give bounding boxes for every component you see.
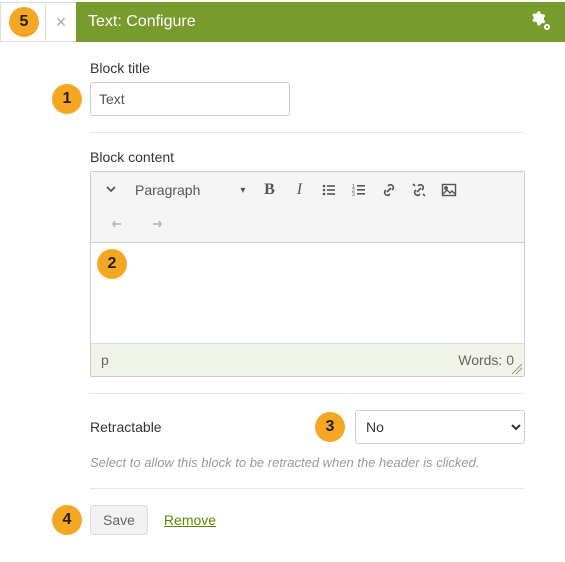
marker-5: 5 <box>9 7 39 37</box>
block-content-label: Block content <box>90 149 525 165</box>
marker-2: 2 <box>97 249 127 279</box>
editor-content-area[interactable]: 2 <box>91 243 524 343</box>
numbered-list-button[interactable]: 123 <box>345 176 373 204</box>
undo-button[interactable] <box>105 210 133 238</box>
format-dropdown[interactable]: Paragraph ▾ <box>127 178 253 202</box>
divider <box>90 132 525 133</box>
retractable-select[interactable]: No <box>355 410 525 444</box>
divider <box>90 393 525 394</box>
tab-stub[interactable]: 5 <box>0 2 46 42</box>
block-title-input[interactable] <box>90 82 290 116</box>
editor-toolbar: Paragraph ▾ B I 123 <box>91 172 524 243</box>
config-header: Text: Configure <box>76 2 565 42</box>
settings-gears-icon[interactable] <box>529 10 553 34</box>
retractable-help: Select to allow this block to be retract… <box>90 454 525 472</box>
marker-4: 4 <box>52 505 82 535</box>
bullet-list-button[interactable] <box>315 176 343 204</box>
caret-down-icon: ▾ <box>240 185 245 196</box>
remove-link[interactable]: Remove <box>164 512 216 528</box>
bold-button[interactable]: B <box>255 176 283 204</box>
format-label: Paragraph <box>135 182 200 198</box>
link-button[interactable] <box>375 176 403 204</box>
retractable-label: Retractable <box>90 419 343 435</box>
word-count: Words: 0 <box>458 352 514 368</box>
divider <box>90 488 525 489</box>
svg-text:3: 3 <box>352 192 355 198</box>
resize-handle[interactable] <box>512 364 522 374</box>
marker-1: 1 <box>52 84 82 114</box>
marker-3: 3 <box>315 412 345 442</box>
rich-text-editor: Paragraph ▾ B I 123 <box>90 171 525 377</box>
close-icon: × <box>56 12 67 33</box>
block-title-label: Block title <box>90 60 525 76</box>
header-title: Text: Configure <box>88 13 529 31</box>
close-tab[interactable]: × <box>46 2 76 42</box>
redo-button[interactable] <box>141 210 169 238</box>
editor-status-bar: p Words: 0 <box>91 343 524 376</box>
toolbar-toggle[interactable] <box>97 179 125 202</box>
image-button[interactable] <box>435 176 463 204</box>
italic-button[interactable]: I <box>285 176 313 204</box>
save-button[interactable]: Save <box>90 505 148 535</box>
unlink-button[interactable] <box>405 176 433 204</box>
editor-path: p <box>101 352 109 368</box>
